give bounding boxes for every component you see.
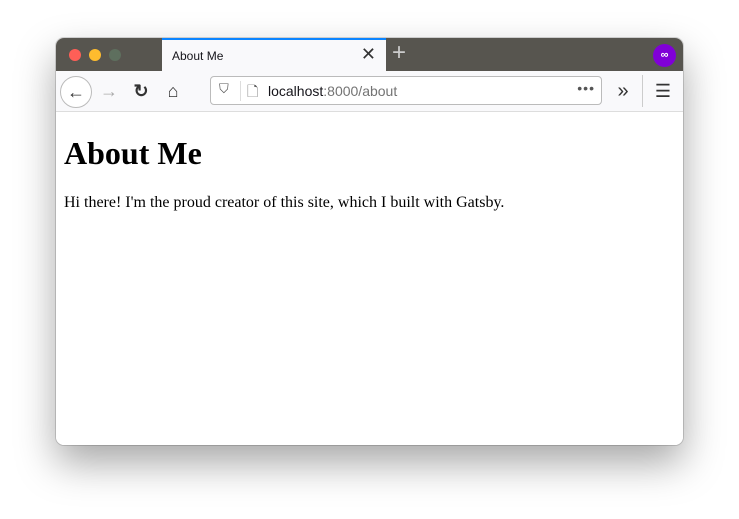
url-text[interactable]: localhost:8000/about	[268, 83, 397, 99]
nav-toolbar: ← → ↻ ⌂ ⛉ 🗋 localhost:8000/about ••• » ☰	[56, 71, 683, 112]
shield-icon[interactable]: ⛉	[219, 81, 229, 97]
url-bar[interactable]: ⛉ 🗋 localhost:8000/about •••	[210, 76, 602, 105]
divider	[240, 81, 241, 101]
divider	[642, 75, 643, 107]
browser-window: About Me ✕ + ∞ ← → ↻ ⌂ ⛉ 🗋 localhost:800…	[56, 38, 683, 445]
page-actions-icon[interactable]: •••	[577, 80, 595, 96]
page-title: About Me	[64, 135, 202, 171]
intro-paragraph: Hi there! I'm the proud creator of this …	[64, 194, 505, 211]
tab-about-me[interactable]: About Me ✕	[162, 38, 386, 71]
close-window-button[interactable]	[69, 49, 81, 61]
tab-title: About Me	[172, 49, 224, 63]
url-host: localhost	[268, 83, 324, 99]
reload-icon[interactable]: ↻	[126, 76, 156, 106]
minimize-window-button[interactable]	[89, 49, 101, 61]
tab-bar: About Me ✕ + ∞	[56, 38, 683, 71]
private-browsing-mask-icon[interactable]: ∞	[653, 44, 676, 67]
hamburger-menu-icon[interactable]: ☰	[648, 76, 678, 106]
home-icon[interactable]: ⌂	[158, 76, 188, 106]
back-arrow-icon[interactable]: ←	[60, 76, 92, 108]
close-icon[interactable]: ✕	[361, 44, 376, 65]
zoom-window-button[interactable]	[109, 49, 121, 61]
page-icon: 🗋	[247, 83, 259, 99]
url-path: :8000/about	[323, 83, 398, 99]
forward-arrow-icon[interactable]: →	[94, 76, 124, 106]
overflow-chevron-icon[interactable]: »	[608, 76, 638, 106]
plus-icon[interactable]: +	[392, 39, 406, 67]
page-content: About Me Hi there! I'm the proud creator…	[56, 113, 683, 445]
